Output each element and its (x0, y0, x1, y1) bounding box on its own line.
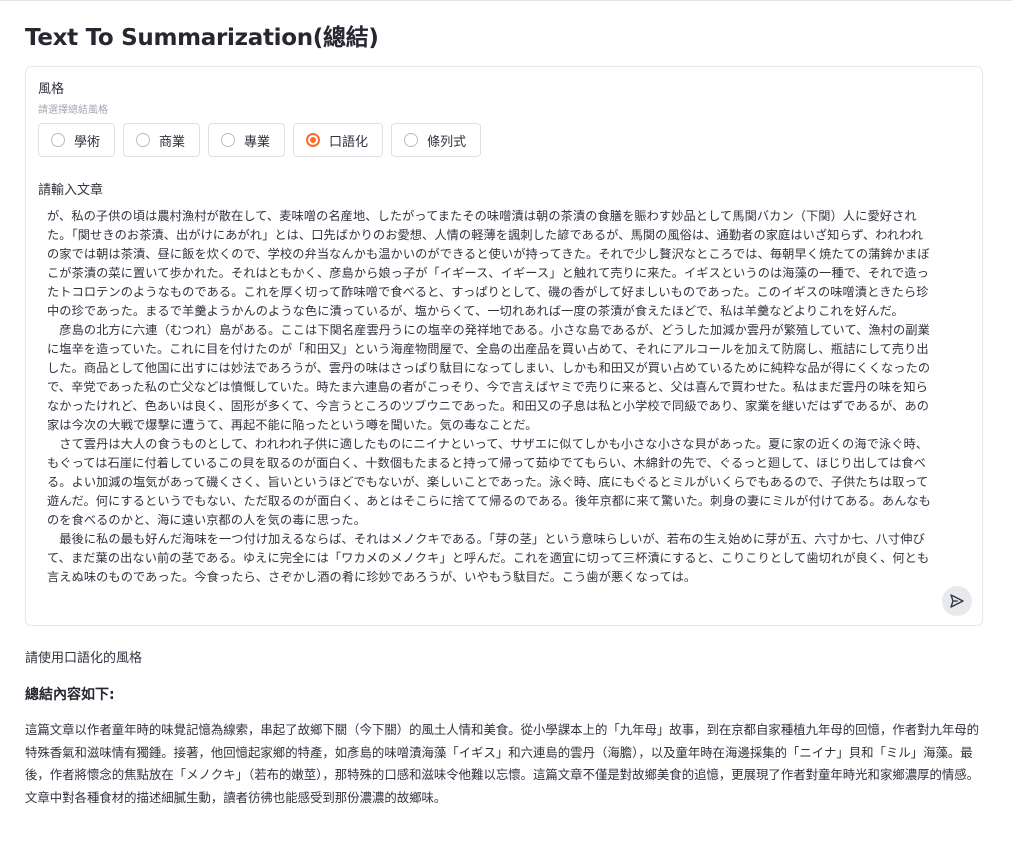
style-label: 風格 (38, 82, 65, 97)
input-panel: 風格 請選擇總結風格 學術 商業 專業 口語化 條列式 請輸入文章 が、私の子供… (25, 66, 983, 626)
article-input[interactable]: が、私の子供の頃は農村漁村が散在して、麦味噌の名産地、したがってまたその味噌漬は… (47, 207, 935, 587)
style-option-business[interactable]: 商業 (123, 123, 201, 157)
style-option-colloquial[interactable]: 口語化 (293, 123, 384, 157)
top-divider (0, 0, 1012, 1)
radio-circle-icon (404, 133, 419, 147)
article-input-label: 請輸入文章 (38, 183, 104, 198)
style-option-professional[interactable]: 專業 (208, 123, 286, 157)
style-option-label: 學術 (74, 134, 101, 150)
radio-circle-icon (51, 133, 65, 147)
radio-circle-icon (136, 133, 151, 147)
style-option-label: 商業 (159, 134, 186, 150)
send-icon (950, 594, 964, 608)
style-option-academic[interactable]: 學術 (38, 123, 116, 157)
page-title: Text To Summarization(總結) (25, 25, 379, 51)
radio-circle-icon (221, 133, 236, 147)
style-radio-group: 學術 商業 專業 口語化 條列式 (38, 123, 482, 157)
style-hint: 請選擇總結風格 (38, 105, 108, 116)
summary-text: 這篇文章以作者童年時的味覺記憶為線索，串起了故鄉下關（今下關）的風土人情和美食。… (25, 722, 980, 805)
radio-selected-icon (306, 133, 321, 147)
style-option-label: 條列式 (427, 134, 467, 150)
style-option-bullet[interactable]: 條列式 (391, 123, 482, 157)
style-option-label: 專業 (244, 134, 271, 150)
send-button[interactable] (942, 586, 972, 616)
user-prompt-message: 請使用口語化的風格 (25, 651, 143, 666)
summary-heading: 總結內容如下: (25, 687, 115, 703)
style-option-label: 口語化 (329, 134, 369, 150)
